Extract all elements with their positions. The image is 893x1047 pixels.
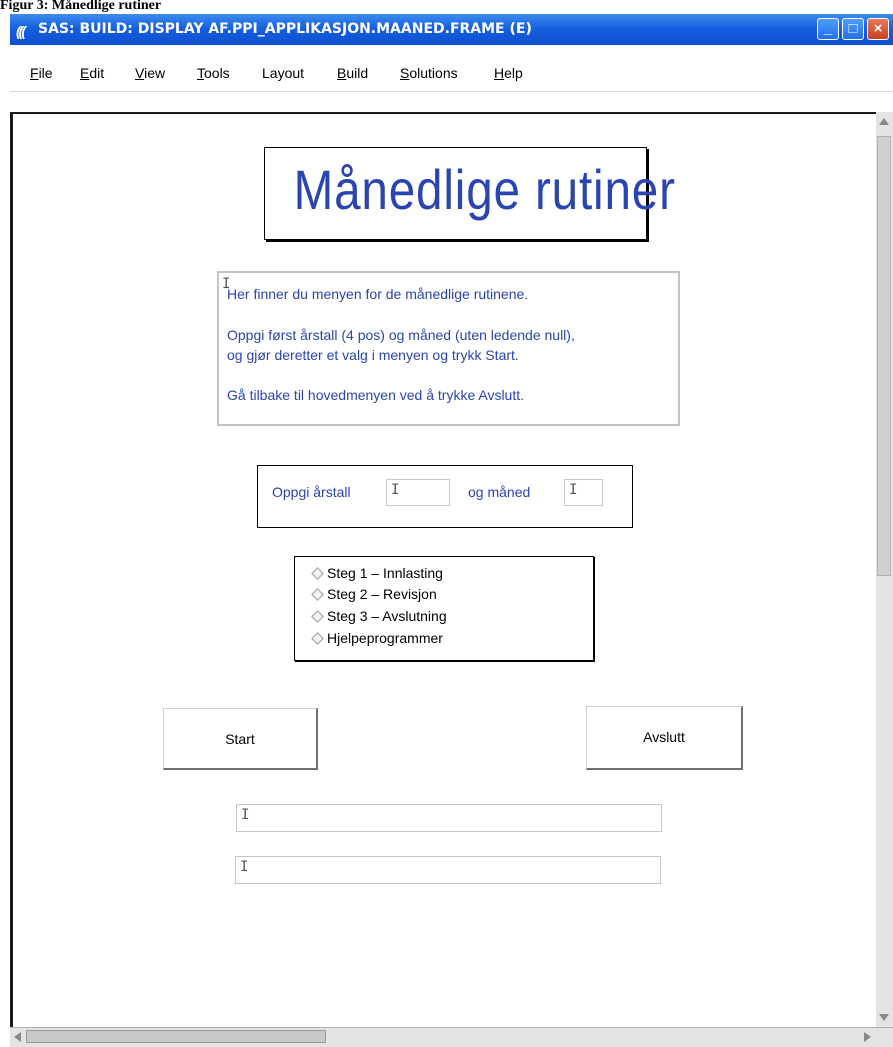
window-title-bar[interactable]: ((( SAS: BUILD: DISPLAY AF.PPI_APPLIKASJ…	[10, 14, 893, 45]
radio-diamond-icon	[311, 610, 324, 623]
horizontal-scrollbar[interactable]	[10, 1027, 893, 1047]
text-caret-icon: I	[391, 482, 400, 498]
radio-diamond-icon	[311, 588, 324, 601]
exit-button[interactable]: Avslutt	[586, 706, 743, 770]
menu-edit[interactable]: Edit	[80, 65, 104, 81]
menu-view[interactable]: View	[135, 65, 165, 81]
sas-logo-icon: (((	[16, 23, 26, 39]
close-button[interactable]: ×	[867, 18, 889, 40]
scroll-down-icon[interactable]	[879, 1014, 889, 1021]
horizontal-scroll-thumb[interactable]	[26, 1030, 326, 1043]
text-caret-icon: I	[569, 482, 578, 498]
start-button[interactable]: Start	[163, 708, 318, 770]
info-line: Gå tilbake til hovedmenyen ved å trykke …	[227, 387, 525, 403]
close-icon: ×	[873, 20, 883, 37]
info-line: Oppgi først årstall (4 pos) og måned (ut…	[227, 327, 575, 343]
info-line: Her finner du menyen for de månedlige ru…	[227, 286, 529, 302]
page-title: Månedlige rutiner	[293, 158, 676, 221]
radio-diamond-icon	[311, 567, 324, 580]
year-input[interactable]: I	[386, 479, 450, 506]
maximize-icon: □	[848, 20, 858, 37]
menu-file[interactable]: File	[30, 65, 53, 81]
info-line: og gjør deretter et valg i menyen og try…	[227, 347, 519, 363]
year-label: Oppgi årstall	[272, 484, 351, 500]
month-label: og måned	[468, 484, 531, 500]
text-caret-icon: I	[240, 859, 249, 875]
radio-steg-2[interactable]: Steg 2 – Revisjon	[311, 586, 437, 602]
radio-steg-1[interactable]: Steg 1 – Innlasting	[311, 565, 443, 581]
menu-tools[interactable]: Tools	[197, 65, 230, 81]
radio-hjelpeprogrammer[interactable]: Hjelpeprogrammer	[311, 630, 443, 646]
menu-bar: File Edit View Tools Layout Build Soluti…	[10, 45, 893, 92]
vertical-scroll-thumb[interactable]	[877, 136, 891, 576]
output-field-2[interactable]: I	[235, 856, 661, 884]
minimize-button[interactable]: _	[817, 18, 839, 40]
radio-diamond-icon	[311, 632, 324, 645]
menu-solutions[interactable]: Solutions	[400, 65, 458, 81]
figure-caption: Figur 3: Månedlige rutiner	[0, 0, 162, 13]
step-radio-group: Steg 1 – Innlasting Steg 2 – Revisjon St…	[294, 556, 594, 661]
heading-box: Månedlige rutiner	[264, 147, 676, 240]
radio-steg-3[interactable]: Steg 3 – Avslutning	[311, 608, 447, 624]
info-text-box: I Her finner du menyen for de månedlige …	[217, 271, 680, 426]
vertical-scrollbar[interactable]	[876, 112, 893, 1027]
output-field-1[interactable]: I	[236, 804, 662, 832]
month-input[interactable]: I	[564, 479, 603, 506]
maximize-button[interactable]: □	[842, 18, 864, 40]
period-entry-box: Oppgi årstall I og måned I	[257, 465, 633, 528]
scroll-left-icon[interactable]	[14, 1032, 21, 1042]
scroll-right-icon[interactable]	[864, 1032, 871, 1042]
minimize-icon: _	[823, 20, 833, 37]
text-caret-icon: I	[241, 807, 250, 823]
menu-help[interactable]: Help	[494, 65, 523, 81]
menu-build[interactable]: Build	[337, 65, 368, 81]
window-title: SAS: BUILD: DISPLAY AF.PPI_APPLIKASJON.M…	[38, 21, 532, 37]
menu-layout[interactable]: Layout	[262, 65, 304, 81]
scroll-up-icon[interactable]	[879, 118, 889, 125]
